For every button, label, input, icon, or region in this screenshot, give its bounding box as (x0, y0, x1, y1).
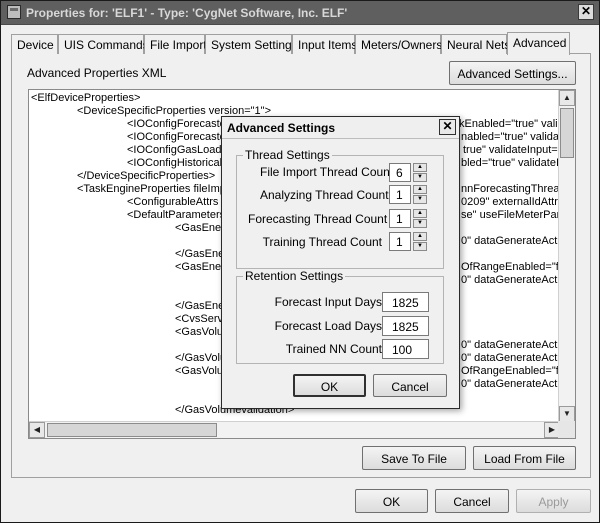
tab-device[interactable]: Device (11, 34, 58, 54)
file-import-thread-count-spinner[interactable]: ▲ ▼ (413, 163, 427, 182)
forecasting-thread-count-input[interactable]: 1 (389, 209, 411, 228)
xml-line-fragment: 0" dataGenerateActi (461, 274, 560, 286)
ok-button[interactable]: OK (355, 489, 428, 513)
tab-meters-owners[interactable]: Meters/Owners (355, 34, 442, 54)
xml-line: </GasEne (175, 300, 225, 312)
forecast-load-days-input[interactable]: 1825 (382, 316, 429, 336)
xml-line: <GasEnei (175, 222, 224, 234)
xml-line-fragment: true" validateInput=" (463, 144, 562, 156)
xml-line-fragment: 0" dataGenerateActi (461, 378, 560, 390)
xml-line: </GasEne (175, 248, 225, 260)
xml-line: <IOConfigGasLoad e (127, 144, 231, 156)
cancel-button[interactable]: Cancel (435, 489, 509, 513)
properties-window: Properties for: 'ELF1' - Type: 'CygNet S… (0, 0, 600, 523)
xml-line: <IOConfigForecastec (127, 131, 232, 143)
xml-line-fragment: se" useFileMeterPar (461, 209, 561, 221)
window-title: Properties for: 'ELF1' - Type: 'CygNet S… (26, 6, 348, 20)
tab-system-settings[interactable]: System Settings (205, 34, 298, 54)
xml-line: <IOConfigForecastec (127, 118, 232, 130)
file-import-thread-count-input[interactable]: 6 (389, 163, 411, 182)
file-import-thread-count-label: File Import Thread Count (260, 165, 394, 179)
window-close-button[interactable]: ✕ (578, 4, 594, 20)
tab-uis-commands[interactable]: UIS Commands (58, 34, 149, 54)
xml-line-fragment: OfRangeEnabled="fa (461, 365, 565, 377)
xml-line-fragment: 0" dataGenerateActi (461, 339, 560, 351)
xml-line-fragment: 0209" externalIdAttr= (461, 196, 565, 208)
load-from-file-button[interactable]: Load From File (473, 446, 576, 470)
spin-up-arrow-icon[interactable]: ▲ (413, 185, 427, 194)
xml-line: <GasVolu (175, 365, 224, 377)
horizontal-scroll-thumb[interactable] (47, 423, 217, 437)
xml-line: <GasVolu (175, 326, 224, 338)
forecast-input-days-label: Forecast Input Days (274, 295, 382, 309)
scroll-up-arrow-icon[interactable]: ▲ (559, 90, 575, 106)
training-thread-count-spinner[interactable]: ▲ ▼ (413, 232, 427, 251)
scroll-corner (558, 421, 575, 438)
spin-down-arrow-icon[interactable]: ▼ (413, 219, 427, 228)
retention-settings-legend: Retention Settings (243, 269, 346, 283)
advanced-properties-label: Advanced Properties XML (27, 66, 167, 80)
vertical-scroll-thumb[interactable] (560, 108, 574, 158)
analyzing-thread-count-input[interactable]: 1 (389, 185, 411, 204)
dialog-ok-button[interactable]: OK (293, 374, 366, 397)
save-to-file-button[interactable]: Save To File (362, 446, 466, 470)
advanced-settings-dialog: Advanced Settings ✕ Thread Settings File… (221, 116, 460, 409)
spin-up-arrow-icon[interactable]: ▲ (413, 232, 427, 241)
dialog-cancel-button[interactable]: Cancel (373, 374, 447, 397)
training-thread-count-label: Training Thread Count (262, 235, 382, 249)
xml-line-fragment: 0" dataGenerateActi (461, 235, 560, 247)
tab-advanced[interactable]: Advanced (507, 32, 570, 55)
dialog-close-button[interactable]: ✕ (439, 119, 456, 135)
tab-input-items[interactable]: Input Items (292, 34, 357, 54)
apply-button: Apply (516, 489, 591, 513)
horizontal-scrollbar[interactable]: ◀ ▶ (29, 421, 560, 438)
app-window-icon (7, 5, 21, 19)
xml-line: <ConfigurableAttrs de (127, 196, 234, 208)
spin-down-arrow-icon[interactable]: ▼ (413, 242, 427, 251)
training-thread-count-input[interactable]: 1 (389, 232, 411, 251)
xml-line-fragment: nabled="true" validat (461, 131, 563, 143)
xml-line: <IOConfigHistoricalIr (127, 157, 229, 169)
xml-line: <GasEnei (175, 261, 224, 273)
xml-line: <DefaultParameters (127, 209, 226, 221)
xml-line: </DeviceSpecificProperties> (77, 170, 216, 182)
scroll-down-arrow-icon[interactable]: ▼ (559, 406, 575, 422)
trained-nn-count-label: Trained NN Count (285, 342, 382, 356)
tab-file-import[interactable]: File Import (144, 34, 207, 54)
tab-neural-nets[interactable]: Neural Nets (441, 34, 510, 54)
spin-up-arrow-icon[interactable]: ▲ (413, 209, 427, 218)
xml-line-fragment: bled="true" validateIn (461, 157, 566, 169)
scroll-left-arrow-icon[interactable]: ◀ (29, 422, 45, 438)
vertical-scrollbar[interactable]: ▲ ▼ (558, 90, 575, 422)
forecast-load-days-label: Forecast Load Days (274, 319, 382, 333)
spin-down-arrow-icon[interactable]: ▼ (413, 173, 427, 182)
title-bar[interactable]: Properties for: 'ELF1' - Type: 'CygNet S… (1, 1, 599, 25)
dialog-title-bar[interactable]: Advanced Settings ✕ (222, 117, 459, 139)
analyzing-thread-count-spinner[interactable]: ▲ ▼ (413, 185, 427, 204)
xml-line-fragment: nnForecastingThread (461, 183, 566, 195)
xml-line: <TaskEngineProperties fileImpo (77, 183, 232, 195)
xml-line: <ElfDeviceProperties> (31, 92, 141, 104)
dialog-title: Advanced Settings (227, 121, 336, 135)
xml-line: <CvsServi (175, 313, 226, 325)
analyzing-thread-count-label: Analyzing Thread Count (260, 188, 389, 202)
xml-line-fragment: 0" dataGenerateActi (461, 352, 560, 364)
xml-line-fragment: kEnabled="true" vali (459, 118, 558, 130)
forecast-input-days-input[interactable]: 1825 (382, 292, 429, 312)
thread-settings-legend: Thread Settings (243, 148, 332, 162)
xml-line-fragment: OfRangeEnabled="fa (461, 261, 565, 273)
spin-down-arrow-icon[interactable]: ▼ (413, 195, 427, 204)
forecasting-thread-count-label: Forecasting Thread Count (248, 212, 388, 226)
forecasting-thread-count-spinner[interactable]: ▲ ▼ (413, 209, 427, 228)
advanced-settings-button[interactable]: Advanced Settings... (449, 61, 576, 85)
trained-nn-count-input[interactable]: 100 (382, 339, 429, 359)
xml-line: </GasVolu (175, 352, 227, 364)
spin-up-arrow-icon[interactable]: ▲ (413, 163, 427, 172)
